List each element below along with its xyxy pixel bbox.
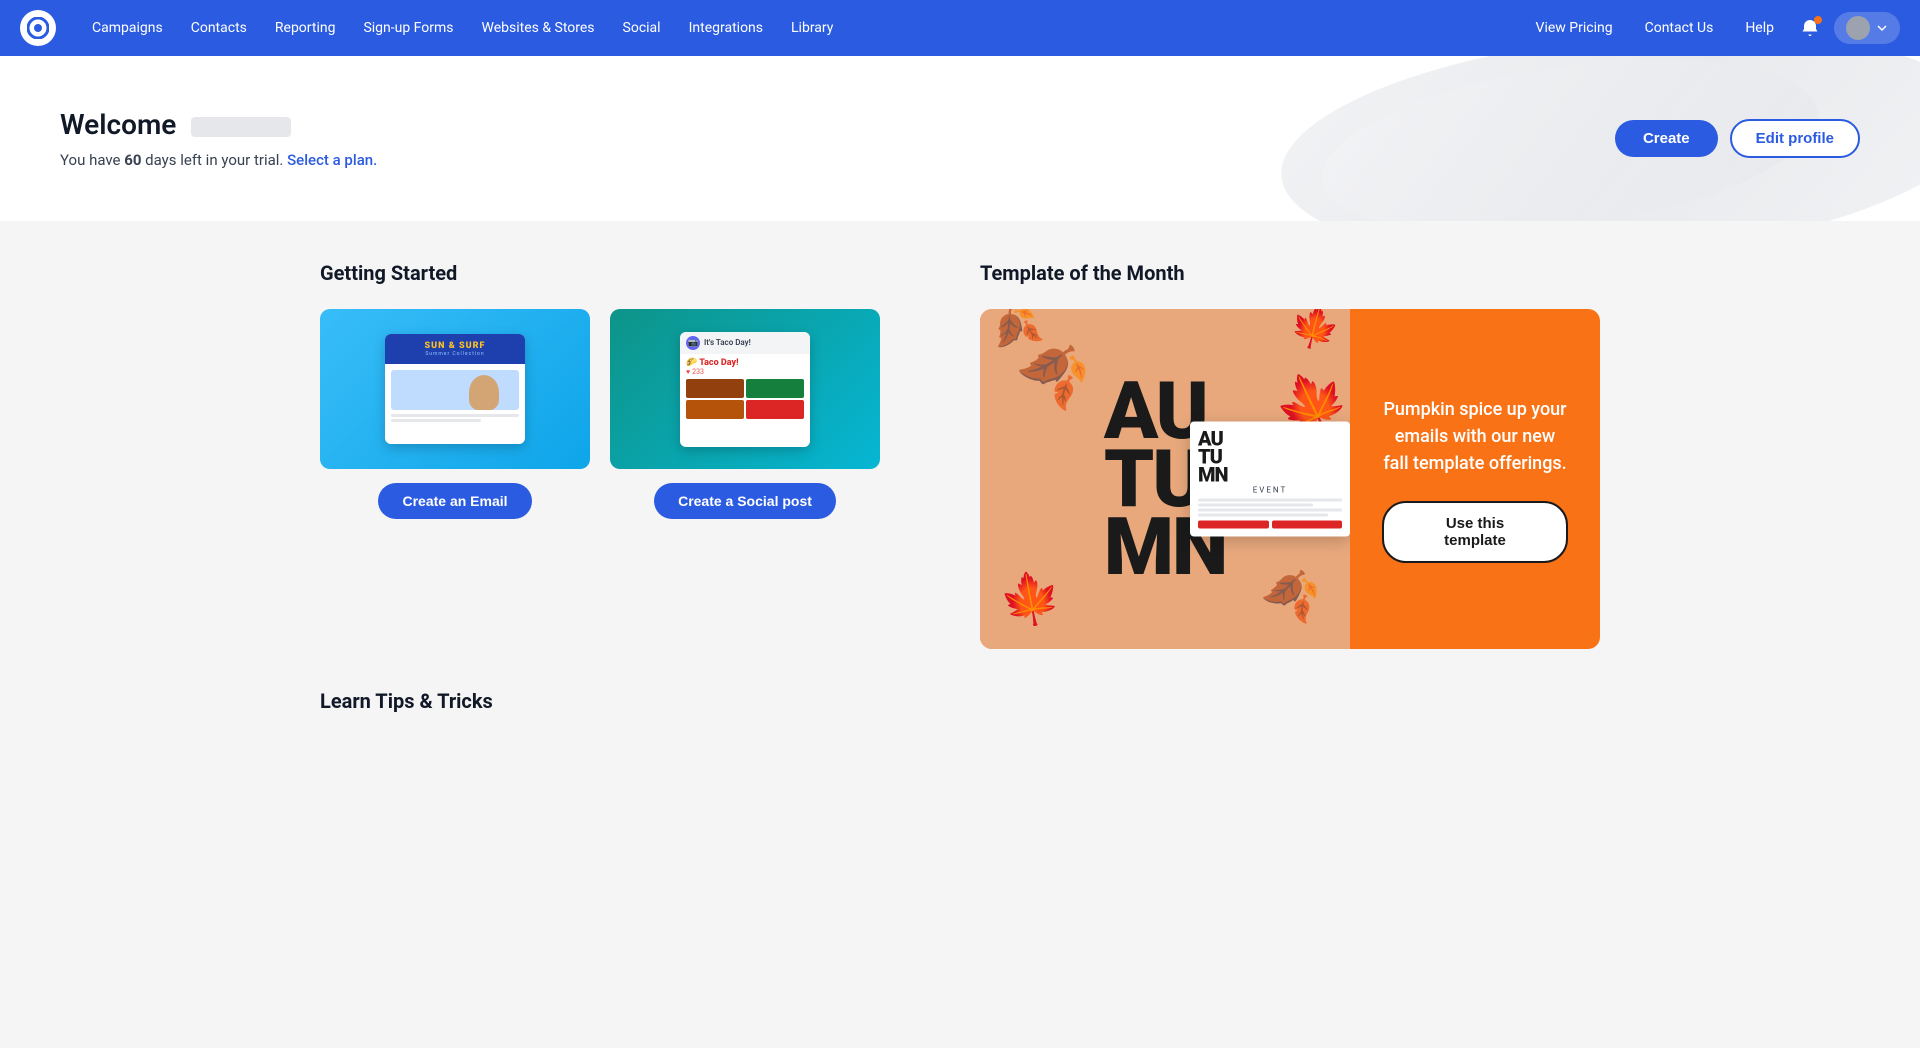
edit-profile-button[interactable]: Edit profile xyxy=(1730,119,1860,158)
inner-body-lines xyxy=(1198,499,1342,517)
template-card: 🍂 🍁 🍂 🍁 🍂 🍁 AUTUMN AUTUMN EVENT xyxy=(980,309,1600,649)
create-button[interactable]: Create xyxy=(1615,120,1718,157)
notification-dot xyxy=(1814,16,1822,24)
inner-line-2 xyxy=(1198,504,1313,507)
username-blur xyxy=(191,117,291,137)
inner-autumn-text: AUTUMN xyxy=(1198,430,1342,484)
social-mockup-content: 🌮 Taco Day! ♥233 xyxy=(680,354,810,423)
email-card-image: SUN & SURF Summer Collection xyxy=(320,309,590,469)
nav-links-left: Campaigns Contacts Reporting Sign-up For… xyxy=(80,14,1524,42)
template-card-info: Pumpkin spice up your emails with our ne… xyxy=(1350,309,1600,649)
social-likes: ♥233 xyxy=(686,368,804,376)
email-mockup-subtitle: Summer Collection xyxy=(425,351,486,357)
autumn-leaf-4: 🍁 xyxy=(995,566,1066,634)
app-logo[interactable] xyxy=(20,10,56,46)
nav-link-contact-us[interactable]: Contact Us xyxy=(1633,14,1726,42)
getting-started-section: Getting Started SUN & SURF Summer Collec… xyxy=(320,261,940,649)
autumn-leaf-5: 🍂 xyxy=(1257,558,1328,627)
getting-started-cards: SUN & SURF Summer Collection xyxy=(320,309,940,519)
nav-link-campaigns[interactable]: Campaigns xyxy=(80,14,175,42)
nav-link-signup-forms[interactable]: Sign-up Forms xyxy=(351,14,465,42)
food-image-4 xyxy=(746,400,804,419)
email-mockup-collection: SUN & SURF xyxy=(425,341,486,351)
main-content: Getting Started SUN & SURF Summer Collec… xyxy=(260,221,1660,777)
inner-btn-1 xyxy=(1198,521,1269,529)
nav-link-help[interactable]: Help xyxy=(1733,14,1786,42)
learn-tips-title: Learn Tips & Tricks xyxy=(320,689,1600,713)
create-email-button[interactable]: Create an Email xyxy=(378,483,531,519)
email-preview-bg: SUN & SURF Summer Collection xyxy=(320,309,590,469)
email-card: SUN & SURF Summer Collection xyxy=(320,309,590,519)
taco-title: 🌮 Taco Day! xyxy=(686,358,804,368)
social-card-image: 📷 It's Taco Day! 🌮 Taco Day! ♥233 xyxy=(610,309,880,469)
nav-link-view-pricing[interactable]: View Pricing xyxy=(1524,14,1625,42)
food-image-1 xyxy=(686,379,744,398)
use-template-button[interactable]: Use this template xyxy=(1382,501,1568,563)
notifications-bell[interactable] xyxy=(1794,12,1826,44)
template-description: Pumpkin spice up your emails with our ne… xyxy=(1382,396,1568,477)
food-image-2 xyxy=(746,379,804,398)
chevron-down-icon xyxy=(1876,22,1888,34)
inner-event-label: EVENT xyxy=(1198,486,1342,495)
inner-line-1 xyxy=(1198,499,1342,502)
social-mockup-name: It's Taco Day! xyxy=(704,338,751,347)
two-col-layout: Getting Started SUN & SURF Summer Collec… xyxy=(320,261,1600,649)
food-image-3 xyxy=(686,400,744,419)
social-preview-bg: 📷 It's Taco Day! 🌮 Taco Day! ♥233 xyxy=(610,309,880,469)
nav-link-contacts[interactable]: Contacts xyxy=(179,14,259,42)
navbar: Campaigns Contacts Reporting Sign-up For… xyxy=(0,0,1920,56)
autumn-leaf-2: 🍁 xyxy=(1285,309,1345,357)
hero-actions: Create Edit profile xyxy=(1615,119,1860,158)
hero-title: Welcome xyxy=(60,108,1615,141)
nav-link-library[interactable]: Library xyxy=(779,14,845,42)
template-month-title: Template of the Month xyxy=(980,261,1600,285)
email-mockup: SUN & SURF Summer Collection xyxy=(385,334,525,444)
hero-section: Welcome You have 60 days left in your tr… xyxy=(0,56,1920,221)
surfer-illustration xyxy=(469,375,499,410)
learn-tips-section: Learn Tips & Tricks xyxy=(320,689,1600,713)
social-mockup-header: 📷 It's Taco Day! xyxy=(680,332,810,354)
nav-link-integrations[interactable]: Integrations xyxy=(677,14,775,42)
inner-cta-buttons xyxy=(1198,521,1342,529)
nav-link-social[interactable]: Social xyxy=(611,14,673,42)
autumn-bg: 🍂 🍁 🍂 🍁 🍂 🍁 AUTUMN AUTUMN EVENT xyxy=(980,309,1350,649)
template-month-section: Template of the Month 🍂 🍁 🍂 🍁 🍂 🍁 AUTUMN xyxy=(980,261,1600,649)
email-mockup-header: SUN & SURF Summer Collection xyxy=(385,334,525,364)
hero-trial-text: You have 60 days left in your trial. Sel… xyxy=(60,151,1615,169)
avatar-image xyxy=(1846,16,1870,40)
template-card-image: 🍂 🍁 🍂 🍁 🍂 🍁 AUTUMN AUTUMN EVENT xyxy=(980,309,1350,649)
create-social-post-button[interactable]: Create a Social post xyxy=(654,483,836,519)
social-card: 📷 It's Taco Day! 🌮 Taco Day! ♥233 xyxy=(610,309,880,519)
social-mockup: 📷 It's Taco Day! 🌮 Taco Day! ♥233 xyxy=(680,332,810,447)
user-avatar-menu[interactable] xyxy=(1834,12,1900,44)
instagram-icon: 📷 xyxy=(686,336,700,350)
select-plan-link[interactable]: Select a plan. xyxy=(287,151,377,169)
template-inner-preview: AUTUMN EVENT xyxy=(1190,422,1350,537)
hero-content: Welcome You have 60 days left in your tr… xyxy=(60,108,1615,169)
nav-link-reporting[interactable]: Reporting xyxy=(263,14,348,42)
inner-btn-2 xyxy=(1272,521,1343,529)
food-image-grid xyxy=(686,379,804,419)
email-mockup-image xyxy=(391,370,519,410)
getting-started-title: Getting Started xyxy=(320,261,940,285)
nav-links-right: View Pricing Contact Us Help xyxy=(1524,12,1900,44)
email-mockup-body xyxy=(385,364,525,428)
nav-link-websites-stores[interactable]: Websites & Stores xyxy=(470,14,607,42)
inner-line-4 xyxy=(1198,514,1328,517)
inner-line-3 xyxy=(1198,509,1342,512)
